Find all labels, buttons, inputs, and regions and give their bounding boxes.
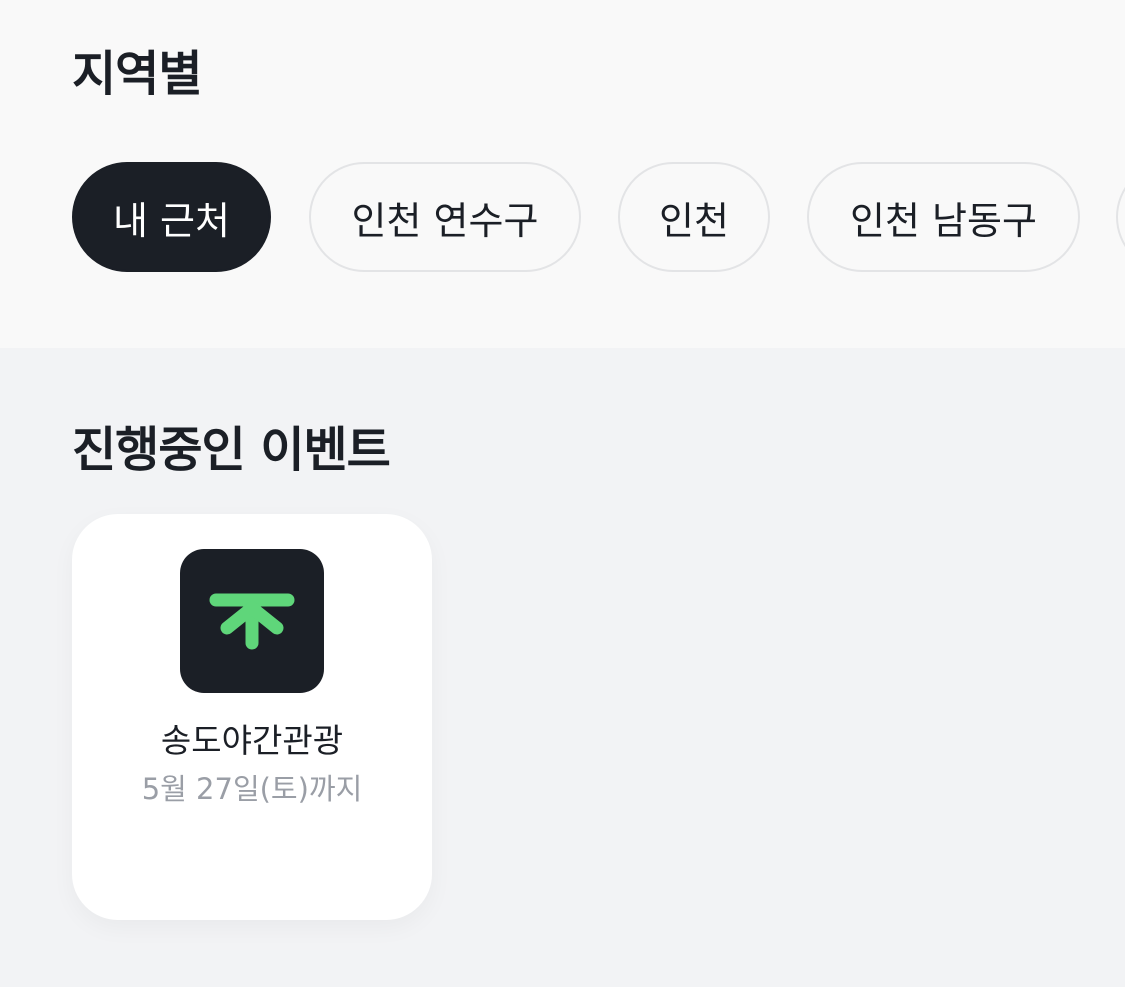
region-chip-incheon-yeonsu[interactable]: 인천 연수구	[309, 162, 581, 272]
region-section: 지역별 내 근처 인천 연수구 인천 인천 남동구	[0, 0, 1125, 348]
region-chip-nearby[interactable]: 내 근처	[72, 162, 271, 272]
event-period: 5월 27일(토)까지	[141, 772, 363, 806]
chip-label: 인천 남동구	[850, 198, 1037, 243]
region-title: 지역별	[72, 46, 202, 102]
tree-arrow-icon	[209, 593, 295, 650]
events-title: 진행중인 이벤트	[72, 422, 391, 478]
region-chip-incheon-namdong[interactable]: 인천 남동구	[807, 162, 1080, 272]
event-name: 송도야간관광	[160, 721, 344, 760]
chip-label: 인천	[659, 198, 729, 243]
event-card[interactable]: 송도야간관광 5월 27일(토)까지	[72, 514, 432, 920]
region-chip-row: 내 근처 인천 연수구 인천 인천 남동구	[72, 162, 1125, 276]
chip-label: 인천 연수구	[351, 198, 539, 243]
region-chip-incheon[interactable]: 인천	[618, 162, 770, 272]
events-section: 진행중인 이벤트 송도야간관광 5월 27일(토)까지	[0, 348, 1125, 987]
event-logo	[180, 549, 324, 693]
chip-label: 내 근처	[113, 198, 230, 243]
region-chip-partial[interactable]	[1116, 162, 1125, 272]
